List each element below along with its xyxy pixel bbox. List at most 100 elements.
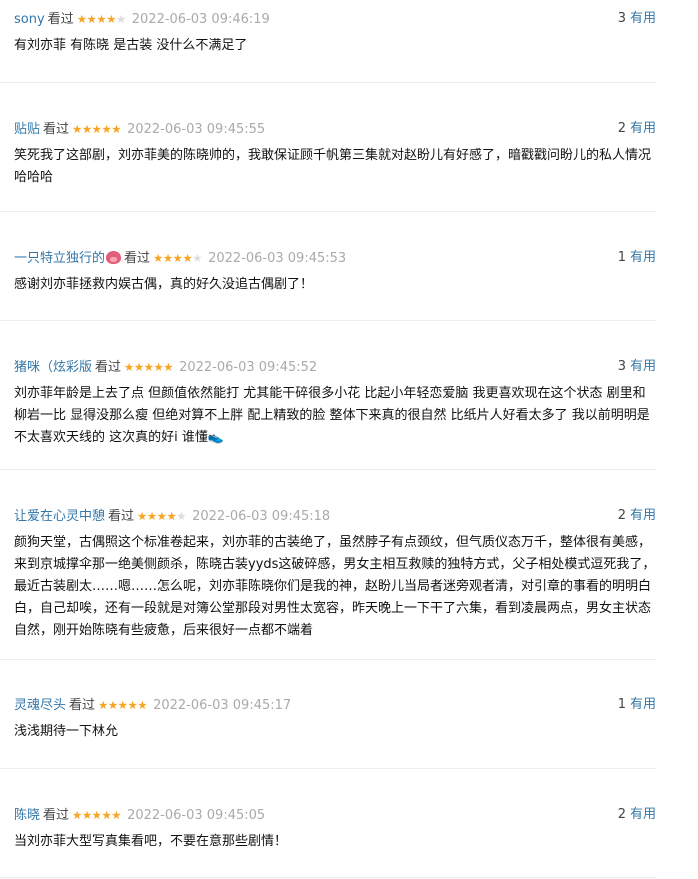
rating-stars: ★★★★★	[76, 9, 127, 29]
vote-area: 1 有用	[618, 695, 656, 715]
useful-button[interactable]: 有用	[630, 359, 656, 374]
star-filled-icon: ★	[153, 251, 163, 265]
comment-text: 刘亦菲年龄是上去了点 但颜值依然能打 尤其能干碎很多小花 比起小年轻恋爱脑 我更…	[14, 386, 650, 445]
comment-time: 2022-06-03 09:45:55	[127, 122, 266, 137]
comment-item: 猪咪（炫彩版 看过 ★★★★★ 2022-06-03 09:45:52 3 有用 刘亦菲…	[14, 357, 656, 449]
star-filled-icon: ★	[98, 698, 108, 712]
vote-count: 1	[617, 697, 626, 712]
vote-count: 2	[617, 508, 626, 523]
rating-stars: ★★★★★	[72, 805, 122, 825]
useful-button[interactable]: 有用	[630, 697, 656, 712]
star-filled-icon: ★	[124, 360, 134, 374]
vote-area: 2 有用	[618, 805, 656, 825]
comment-header: 一只特立独行的 看过 ★★★★★ 2022-06-03 09:45:53 1 有用	[14, 248, 656, 268]
comment-divider	[0, 211, 656, 212]
comment-item: 陈晓 看过 ★★★★★ 2022-06-03 09:45:05 2 有用 当刘亦菲大型写…	[14, 805, 656, 853]
comment-header: 贴贴 看过 ★★★★★ 2022-06-03 09:45:55 2 有用	[14, 119, 656, 139]
comment-user-link[interactable]: 灵魂尽头	[14, 698, 66, 713]
comment-time: 2022-06-03 09:45:05	[127, 808, 266, 823]
vote-area: 3 有用	[618, 357, 656, 377]
star-filled-icon: ★	[117, 698, 128, 712]
star-filled-icon: ★	[81, 122, 92, 136]
star-filled-icon: ★	[153, 360, 164, 374]
comment-time: 2022-06-03 09:45:53	[208, 251, 347, 266]
star-filled-icon: ★	[96, 12, 107, 26]
star-filled-icon: ★	[182, 251, 193, 265]
comment-text: 笑死我了这部剧，刘亦菲美的陈晓帅的，我敢保证顾千帆第三集就对赵盼儿有好感了，暗戳…	[14, 148, 652, 185]
comment-user-link[interactable]: 陈晓	[14, 808, 40, 823]
star-filled-icon: ★	[156, 509, 167, 523]
star-filled-icon: ★	[72, 122, 82, 136]
star-filled-icon: ★	[101, 122, 112, 136]
rating-stars: ★★★★★	[72, 119, 122, 139]
star-filled-icon: ★	[127, 698, 138, 712]
comment-item: 灵魂尽头 看过 ★★★★★ 2022-06-03 09:45:17 1 有用 浅浅期待一…	[14, 695, 656, 743]
comment-user-link[interactable]: sony	[14, 12, 45, 27]
comment-header: sony 看过 ★★★★★ 2022-06-03 09:46:19 3 有用	[14, 9, 656, 29]
star-filled-icon: ★	[111, 122, 122, 136]
comment-time: 2022-06-03 09:46:19	[131, 12, 270, 27]
star-empty-icon: ★	[176, 509, 187, 523]
vote-area: 1 有用	[618, 248, 656, 268]
comment-text: 有刘亦菲 有陈晓 是古装 没什么不满足了	[14, 38, 248, 53]
useful-button[interactable]: 有用	[630, 121, 656, 136]
watched-label: 看过	[124, 251, 151, 266]
comment-user-link[interactable]: 贴贴	[14, 122, 40, 137]
comment-header: 灵魂尽头 看过 ★★★★★ 2022-06-03 09:45:17 1 有用	[14, 695, 656, 715]
star-filled-icon: ★	[86, 12, 97, 26]
star-filled-icon: ★	[137, 698, 148, 712]
comment-item: 一只特立独行的 看过 ★★★★★ 2022-06-03 09:45:53 1 有用 感谢…	[14, 248, 656, 296]
comment-user-name: 一只特立独行的	[14, 251, 106, 266]
star-filled-icon: ★	[137, 509, 147, 523]
useful-button[interactable]: 有用	[630, 807, 656, 822]
vote-count: 3	[617, 359, 626, 374]
watched-label: 看过	[69, 698, 96, 713]
star-filled-icon: ★	[91, 808, 102, 822]
comment-text: 当刘亦菲大型写真集看吧，不要在意那些剧情！	[14, 834, 288, 849]
star-filled-icon: ★	[101, 808, 112, 822]
useful-button[interactable]: 有用	[630, 508, 656, 523]
star-empty-icon: ★	[192, 251, 203, 265]
star-filled-icon: ★	[162, 251, 173, 265]
rating-stars: ★★★★★	[124, 357, 174, 377]
watched-label: 看过	[43, 808, 70, 823]
star-filled-icon: ★	[106, 12, 116, 26]
star-filled-icon: ★	[76, 12, 87, 26]
watched-label: 看过	[95, 360, 122, 375]
star-filled-icon: ★	[143, 360, 154, 374]
comment-text: 颜狗天堂，古偶照这个标准卷起来，刘亦菲的古装绝了，虽然脖子有点颈纹，但气质仪态万…	[14, 535, 656, 638]
comment-divider	[0, 877, 656, 878]
comment-header: 让爱在心灵中憩 看过 ★★★★★ 2022-06-03 09:45:18 2 有用	[14, 506, 656, 526]
vote-area: 2 有用	[618, 506, 656, 526]
star-filled-icon: ★	[166, 509, 177, 523]
comment-divider	[0, 82, 656, 83]
vote-count: 2	[617, 807, 626, 822]
comment-header: 陈晓 看过 ★★★★★ 2022-06-03 09:45:05 2 有用	[14, 805, 656, 825]
comment-item: 贴贴 看过 ★★★★★ 2022-06-03 09:45:55 2 有用 笑死我了这部剧…	[14, 119, 656, 189]
comment-text: 感谢刘亦菲拯救内娱古偶，真的好久没追古偶剧了！	[14, 277, 314, 292]
star-filled-icon: ★	[172, 251, 183, 265]
comment-item: sony 看过 ★★★★★ 2022-06-03 09:46:19 3 有用 有刘亦菲 …	[14, 9, 656, 57]
useful-button[interactable]: 有用	[630, 250, 656, 265]
star-empty-icon: ★	[115, 12, 126, 26]
comment-user-link[interactable]: 一只特立独行的	[14, 251, 122, 266]
useful-button[interactable]: 有用	[630, 11, 656, 26]
comment-divider	[0, 768, 656, 769]
star-filled-icon: ★	[91, 122, 102, 136]
vote-count: 3	[617, 11, 626, 26]
comment-user-link[interactable]: 让爱在心灵中憩	[14, 509, 105, 524]
rating-stars: ★★★★★	[98, 695, 148, 715]
vote-area: 3 有用	[618, 9, 656, 29]
vote-count: 1	[617, 250, 626, 265]
star-filled-icon: ★	[111, 808, 122, 822]
comment-user-link[interactable]: 猪咪（炫彩版	[14, 360, 92, 375]
comment-time: 2022-06-03 09:45:18	[192, 509, 331, 524]
comment-text: 浅浅期待一下林允	[14, 724, 119, 739]
vote-area: 2 有用	[618, 119, 656, 139]
star-filled-icon: ★	[163, 360, 174, 374]
comment-item: 让爱在心灵中憩 看过 ★★★★★ 2022-06-03 09:45:18 2 有用 颜狗…	[14, 506, 656, 642]
pig-face-icon	[106, 251, 122, 264]
watched-label: 看过	[47, 12, 74, 27]
comment-divider	[0, 469, 656, 470]
star-filled-icon: ★	[146, 509, 157, 523]
